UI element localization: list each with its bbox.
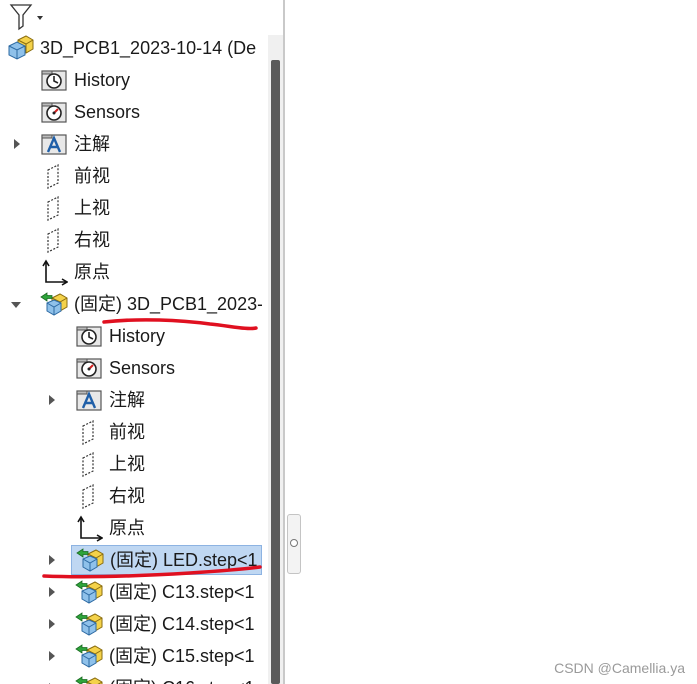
- tree-item-label: 上视: [74, 198, 110, 218]
- origin-icon: [75, 514, 103, 542]
- tree-item-front-plane[interactable]: 前视: [40, 162, 110, 190]
- component-icon: [76, 546, 104, 574]
- tree-item-right-plane[interactable]: 右视: [75, 482, 145, 510]
- plane-icon: [40, 226, 68, 254]
- tree-item-component-c15[interactable]: (固定) C15.step<1: [75, 642, 255, 670]
- tree-item-component-c16[interactable]: (固定) C16.step<1: [75, 674, 255, 684]
- plane-icon: [75, 418, 103, 446]
- tree-item-history[interactable]: History: [40, 66, 130, 94]
- annotations-icon: [75, 386, 103, 414]
- tree-item-label: (固定) 3D_PCB1_2023-: [74, 294, 262, 314]
- tree-item-component-c14[interactable]: (固定) C14.step<1: [75, 610, 255, 638]
- feature-manager-panel: 3D_PCB1_2023-10-14 (De History Sensors 注…: [0, 0, 283, 684]
- tree-item-sensors[interactable]: Sensors: [75, 354, 175, 382]
- tree-item-label: Sensors: [74, 102, 141, 122]
- history-icon: [75, 322, 103, 350]
- tree-item-label: (固定) C14.step<1: [109, 614, 255, 634]
- splitter-grip-icon: [290, 539, 298, 547]
- tree-item-label: 前视: [109, 422, 145, 442]
- plane-icon: [40, 162, 68, 190]
- tree-item-component-c13[interactable]: (固定) C13.step<1: [75, 578, 255, 606]
- tree-item-component-led[interactable]: (固定) LED.step<1: [71, 545, 262, 575]
- watermark: CSDN @Camellia.ya: [554, 660, 685, 676]
- tree-item-label: History: [74, 70, 131, 90]
- expand-arrow-icon[interactable]: [47, 650, 57, 662]
- tree-item-label: 原点: [109, 518, 145, 538]
- tree-item-sub-assembly[interactable]: (固定) 3D_PCB1_2023-: [40, 290, 262, 318]
- tree-item-top-plane[interactable]: 上视: [75, 450, 145, 478]
- tree-item-label: 注解: [109, 390, 145, 410]
- panel-divider: [283, 0, 285, 684]
- origin-icon: [40, 258, 68, 286]
- filter-icon[interactable]: [9, 2, 49, 37]
- tree-item-label: 右视: [109, 486, 145, 506]
- tree-item-label: History: [109, 326, 166, 346]
- expand-arrow-icon[interactable]: [47, 618, 57, 630]
- plane-icon: [75, 482, 103, 510]
- expand-arrow-icon[interactable]: [47, 394, 57, 406]
- component-icon: [75, 674, 103, 684]
- tree-item-front-plane[interactable]: 前视: [75, 418, 145, 446]
- feature-tree: 3D_PCB1_2023-10-14 (De History Sensors 注…: [0, 34, 262, 684]
- tree-item-label: 右视: [74, 230, 110, 250]
- expand-arrow-icon[interactable]: [12, 138, 22, 150]
- component-icon: [75, 642, 103, 670]
- tree-item-origin[interactable]: 原点: [40, 258, 110, 286]
- tree-item-label: (固定) C15.step<1: [109, 646, 255, 666]
- tree-scrollbar[interactable]: [268, 35, 283, 684]
- tree-root[interactable]: 3D_PCB1_2023-10-14 (De: [6, 34, 256, 62]
- tree-item-annotations[interactable]: 注解: [75, 386, 145, 414]
- tree-item-label: (固定) C16.step<1: [109, 674, 255, 684]
- plane-icon: [40, 194, 68, 222]
- plane-icon: [75, 450, 103, 478]
- tree-item-annotations[interactable]: 注解: [40, 130, 110, 158]
- feature-manager-toolbar: [0, 0, 268, 34]
- history-icon: [40, 66, 68, 94]
- tree-item-label: Sensors: [109, 358, 176, 378]
- tree-item-top-plane[interactable]: 上视: [40, 194, 110, 222]
- tree-item-right-plane[interactable]: 右视: [40, 226, 110, 254]
- tree-item-label: (固定) C13.step<1: [109, 582, 255, 602]
- component-icon: [75, 578, 103, 606]
- graphics-viewport[interactable]: [290, 0, 697, 684]
- sensors-icon: [40, 98, 68, 126]
- scrollbar-thumb[interactable]: [271, 60, 280, 684]
- tree-item-label: 原点: [74, 262, 110, 282]
- component-icon: [75, 610, 103, 638]
- tree-item-history[interactable]: History: [75, 322, 165, 350]
- tree-item-label: 注解: [74, 134, 110, 154]
- assembly-icon: [6, 34, 34, 62]
- tree-item-origin[interactable]: 原点: [75, 514, 145, 542]
- expand-arrow-icon[interactable]: [47, 554, 57, 566]
- tree-root-label: 3D_PCB1_2023-10-14 (De: [40, 38, 257, 58]
- expand-arrow-icon[interactable]: [47, 586, 57, 598]
- annotations-icon: [40, 130, 68, 158]
- sensors-icon: [75, 354, 103, 382]
- tree-item-sensors[interactable]: Sensors: [40, 98, 140, 126]
- tree-item-label: (固定) LED.step<1: [110, 550, 258, 570]
- splitter-handle[interactable]: [287, 514, 301, 574]
- assembly-icon: [40, 290, 68, 318]
- collapse-arrow-icon[interactable]: [10, 300, 22, 310]
- tree-item-label: 上视: [109, 454, 145, 474]
- tree-item-label: 前视: [74, 166, 110, 186]
